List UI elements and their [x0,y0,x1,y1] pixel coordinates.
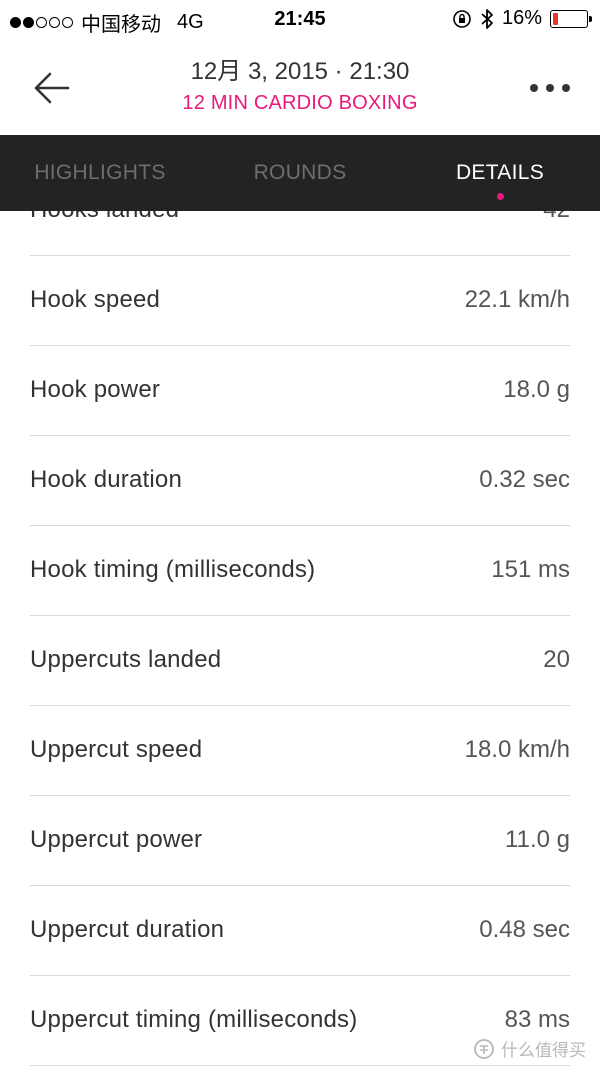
stat-label: Uppercut duration [30,916,225,943]
stat-label: Uppercut speed [30,736,203,763]
stat-value: 20 [543,646,570,673]
stat-value: 83 ms [504,1006,570,1033]
battery-level-fill [553,12,559,25]
orientation-lock-icon [453,9,471,28]
status-bar: 中国移动 4G 21:45 16% [0,0,600,40]
more-dot-icon [562,84,570,92]
stat-label: Uppercuts landed [30,646,222,673]
tab-details[interactable]: DETAILS [400,135,600,211]
stat-value: 11.0 g [505,826,570,853]
stat-value: 151 ms [491,556,570,583]
tab-label: DETAILS [455,161,545,184]
list-item: Hook timing (milliseconds) 151 ms [30,526,570,616]
list-item: Uppercut speed 18.0 km/h [30,706,570,796]
workout-title: 12 MIN CARDIO BOXING [182,92,418,114]
bluetooth-icon [481,8,493,29]
more-dot-icon [546,84,554,92]
details-list: Hooks landed 42 Hook speed 22.1 km/h Hoo… [0,211,600,1066]
stat-value: 22.1 km/h [464,286,570,313]
battery-icon [550,9,592,28]
more-options-button[interactable] [530,78,570,98]
workout-date: 12月 3, 2015 · 21:30 [190,58,410,85]
list-item: Uppercut power 11.0 g [30,796,570,886]
more-dot-icon [530,84,538,92]
active-tab-indicator [497,193,504,200]
stat-label: Hook duration [30,466,183,493]
tab-label: HIGHLIGHTS [34,161,166,184]
stat-label: Hooks landed [30,211,179,224]
details-list-viewport[interactable]: Hooks landed 42 Hook speed 22.1 km/h Hoo… [0,211,600,1067]
list-item: Hook duration 0.32 sec [30,436,570,526]
stat-label: Hook timing (milliseconds) [30,556,316,583]
watermark-logo-icon [474,1038,494,1059]
header-titles: 12月 3, 2015 · 21:30 12 MIN CARDIO BOXING [0,56,600,118]
list-item: Hook speed 22.1 km/h [30,256,570,346]
tab-label: ROUNDS [253,161,347,184]
list-item: Uppercuts landed 20 [30,616,570,706]
list-item: Uppercut duration 0.48 sec [30,886,570,976]
stat-label: Hook power [30,376,161,403]
list-item: Hooks landed 42 [30,211,570,256]
tab-highlights[interactable]: HIGHLIGHTS [0,135,200,211]
stat-label: Hook speed [30,286,161,313]
stat-value: 18.0 g [503,376,570,403]
stat-label: Uppercut power [30,826,203,853]
battery-percent: 16% [501,7,542,29]
stat-label: Uppercut timing (milliseconds) [30,1006,358,1033]
status-right: 16% [452,7,592,30]
stat-value: 0.32 sec [479,466,570,493]
tab-bar: HIGHLIGHTS ROUNDS DETAILS [0,135,600,211]
stat-value: 18.0 km/h [464,736,570,763]
stat-value: 0.48 sec [479,916,570,943]
watermark-text: 什么值得买 [501,1041,586,1061]
watermark: 什么值得买 [473,1036,586,1061]
tab-rounds[interactable]: ROUNDS [200,135,400,211]
list-item: Hook power 18.0 g [30,346,570,436]
stat-value: 42 [543,211,570,224]
app-header: 12月 3, 2015 · 21:30 12 MIN CARDIO BOXING [0,40,600,135]
